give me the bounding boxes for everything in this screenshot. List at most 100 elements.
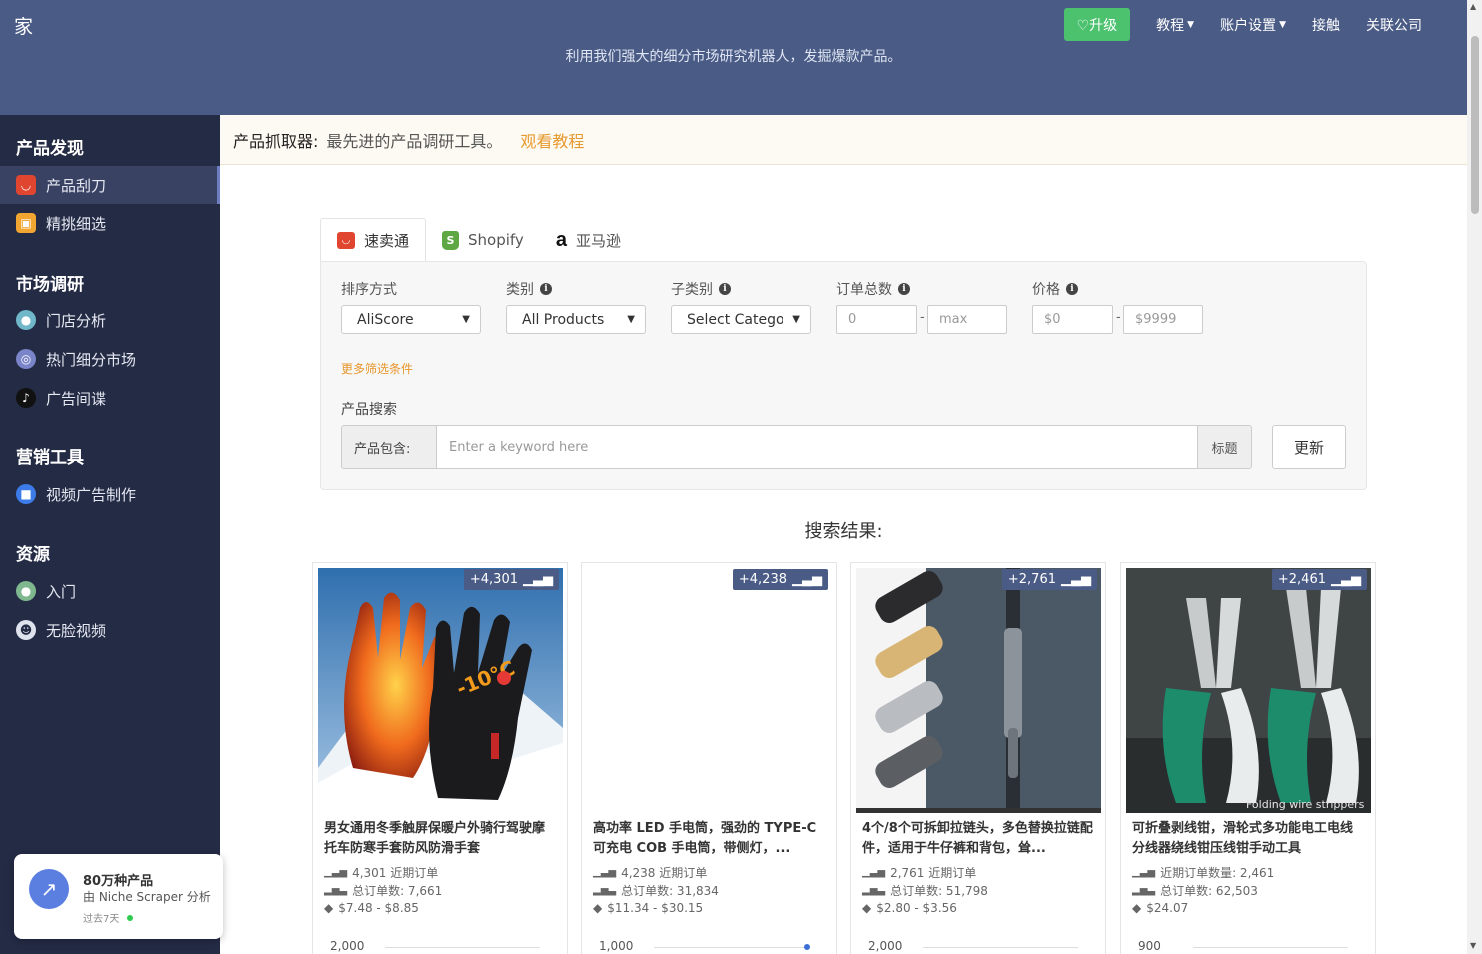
nav-account-settings[interactable]: 账户设置 ▼ (1220, 15, 1286, 35)
chart-gridline (923, 947, 1078, 948)
orders-min-input[interactable]: 0 (836, 305, 917, 334)
more-filters-link[interactable]: 更多筛选条件 (341, 360, 413, 377)
banner-label: 产品抓取器: (233, 131, 319, 151)
product-title[interactable]: 可折叠剥线钳，滑轮式多功能电工电线分线器绕线钳压线钳手动工具 (1132, 819, 1364, 859)
nav-tutorials[interactable]: 教程 ▼ (1156, 15, 1194, 35)
page-banner: 产品抓取器: 最先进的产品调研工具。 观看教程 (220, 115, 1467, 165)
sidebar-item-ad-spy[interactable]: ♪ 广告间谍 (0, 379, 220, 417)
nav-label: 教程 (1156, 17, 1185, 34)
info-icon[interactable]: i (719, 283, 731, 295)
shopping-bag-icon: ◡ (16, 175, 36, 195)
page-scrollbar[interactable]: ▲ ▼ (1467, 0, 1482, 954)
upgrade-button[interactable]: ♡升级 (1063, 8, 1131, 41)
product-title[interactable]: 男女通用冬季触屏保暖户外骑行驾驶摩托车防寒手套防风防滑手套 (324, 819, 556, 859)
keyword-input[interactable]: Enter a keyword here (436, 425, 1198, 469)
home-link[interactable]: 家 (14, 12, 33, 39)
sidebar-item-video-ads[interactable]: ■ 视频广告制作 (0, 475, 220, 513)
recent-orders-badge: +4,301 ▁▃▅ (463, 569, 559, 590)
category-label: 类别 i (506, 279, 552, 299)
chart-gridline (654, 947, 809, 948)
total-orders-value: 总订单数: 7,661 (352, 884, 443, 898)
sidebar-item-store-analysis[interactable]: ● 门店分析 (0, 301, 220, 339)
orders-max-input[interactable]: max (927, 305, 1007, 334)
product-card[interactable]: +4,238 ▁▃▅ 高功率 LED 手电筒，强劲的 TYPE-C 可充电 COB… (581, 562, 837, 954)
price-range: ◆ $11.34 - $30.15 (593, 901, 703, 915)
sidebar-item-label: 入门 (46, 582, 77, 601)
chart-point (804, 944, 810, 950)
title-scope-button[interactable]: 标题 (1197, 425, 1252, 469)
product-title[interactable]: 4个/8个可拆卸拉链头，多色替换拉链配件，适用于牛仔裤和背包，耸... (862, 819, 1094, 859)
video-camera-icon: ■ (16, 484, 36, 504)
recent-orders: ▁▃▅ 4,238 近期订单 (593, 864, 707, 881)
filter-panel: 排序方式 AliScore ▼ 类别 i All Products ▼ 子类别 i Se… (320, 261, 1367, 490)
avatar-icon: ● (16, 581, 36, 601)
sidebar-item-label: 视频广告制作 (46, 485, 137, 504)
recent-orders-value: 4,238 近期订单 (621, 866, 708, 880)
badge-value: +2,461 (1277, 572, 1326, 587)
sidebar-item-hot-niches[interactable]: ◎ 热门细分市场 (0, 340, 220, 378)
tab-label: Shopify (468, 231, 524, 249)
info-icon[interactable]: i (898, 283, 910, 295)
chart-axis-label: 900 (1138, 939, 1161, 953)
range-dash: - (920, 310, 925, 325)
amazon-icon: a (555, 228, 567, 251)
sidebar-item-label: 热门细分市场 (46, 350, 137, 369)
caret-down-icon: ▼ (1187, 19, 1195, 30)
product-card[interactable]: -10°C +4,301 ▁▃▅ 男女通用冬季触屏保暖户外骑行驾驶摩托车防寒手套防… (312, 562, 568, 954)
scrollbar-thumb[interactable] (1471, 36, 1479, 214)
product-image-flashlight[interactable]: +4,238 ▁▃▅ (587, 568, 832, 813)
price-label: 价格 i (1032, 279, 1078, 299)
total-orders: ▂▅▃ 总订单数: 7,661 (324, 882, 442, 899)
chevron-down-icon: ▼ (792, 314, 800, 325)
tab-shopify[interactable]: S Shopify (426, 218, 540, 262)
chevron-down-icon: ▼ (462, 314, 470, 325)
promo-period: 过去7天 (83, 910, 134, 925)
product-image-gloves[interactable]: -10°C +4,301 ▁▃▅ (318, 568, 563, 813)
promo-title: 80万种产品 (83, 874, 154, 889)
trending-up-icon: ↗ (29, 869, 69, 909)
price-value: $11.34 - $30.15 (607, 901, 704, 915)
subcategory-value: Select Category (687, 311, 783, 328)
category-select[interactable]: All Products ▼ (506, 305, 646, 334)
sidebar-item-getting-started[interactable]: ● 入门 (0, 572, 220, 610)
recent-orders-badge: +2,761 ▁▃▅ (1001, 569, 1097, 590)
sort-select[interactable]: AliScore ▼ (341, 305, 481, 334)
target-icon: ◎ (16, 349, 36, 369)
product-image-wire-strippers[interactable]: Folding wire strippers +2,461 ▁▃▅ (1126, 568, 1371, 813)
image-caption: Folding wire strippers (1246, 798, 1365, 811)
nav-contact[interactable]: 接触 (1312, 15, 1340, 35)
info-icon[interactable]: i (1066, 283, 1078, 295)
scroll-up-icon[interactable]: ▲ (1470, 2, 1476, 11)
product-title[interactable]: 高功率 LED 手电筒，强劲的 TYPE-C 可充电 COB 手电筒，带侧灯，.… (593, 819, 825, 859)
store-icon: ● (16, 310, 36, 330)
watch-tutorial-link[interactable]: 观看教程 (520, 128, 584, 152)
price-range: ◆ $7.48 - $8.85 (324, 901, 419, 915)
scroll-down-icon[interactable]: ▼ (1470, 941, 1476, 950)
price-min-input[interactable]: $0 (1032, 305, 1113, 334)
product-card[interactable]: Folding wire strippers +2,461 ▁▃▅ 可折叠剥线钳，… (1120, 562, 1376, 954)
sidebar-item-faceless-videos[interactable]: ☻ 无脸视频 (0, 611, 220, 649)
price-value: $24.07 (1146, 901, 1189, 915)
product-card[interactable]: +2,761 ▁▃▅ 4个/8个可拆卸拉链头，多色替换拉链配件，适用于牛仔裤和背包… (850, 562, 1106, 954)
update-button[interactable]: 更新 (1272, 425, 1346, 469)
tab-aliexpress[interactable]: ◡ 速卖通 (320, 218, 427, 262)
price-value: $2.80 - $3.56 (876, 901, 957, 915)
nav-affiliates[interactable]: 关联公司 (1366, 15, 1422, 35)
info-icon[interactable]: i (540, 283, 552, 295)
price-tag-icon: ◆ (1132, 901, 1142, 915)
promo-period-label: 过去7天 (83, 914, 120, 925)
tab-amazon[interactable]: a 亚马逊 (540, 218, 637, 262)
price-max-input[interactable]: $9999 (1123, 305, 1203, 334)
sidebar-section-title: 产品发现 (16, 139, 84, 159)
price-tag-icon: ◆ (593, 901, 603, 915)
subcategory-select[interactable]: Select Category ▼ (671, 305, 811, 334)
product-image-zipper[interactable]: +2,761 ▁▃▅ (856, 568, 1101, 813)
sidebar-item-product-scraper[interactable]: ◡ 产品刮刀 (0, 166, 220, 204)
analysis-promo-card[interactable]: ↗ 80万种产品 由 Niche Scraper 分析 过去7天 (14, 854, 223, 939)
price-tag-icon: ◆ (862, 901, 872, 915)
sidebar-section-title: 市场调研 (16, 275, 84, 295)
tab-label: 亚马逊 (575, 231, 621, 250)
sidebar-item-hand-picked[interactable]: ▣ 精挑细选 (0, 204, 220, 242)
total-orders-value: 总订单数: 62,503 (1160, 884, 1258, 898)
shopify-icon: S (442, 230, 460, 250)
